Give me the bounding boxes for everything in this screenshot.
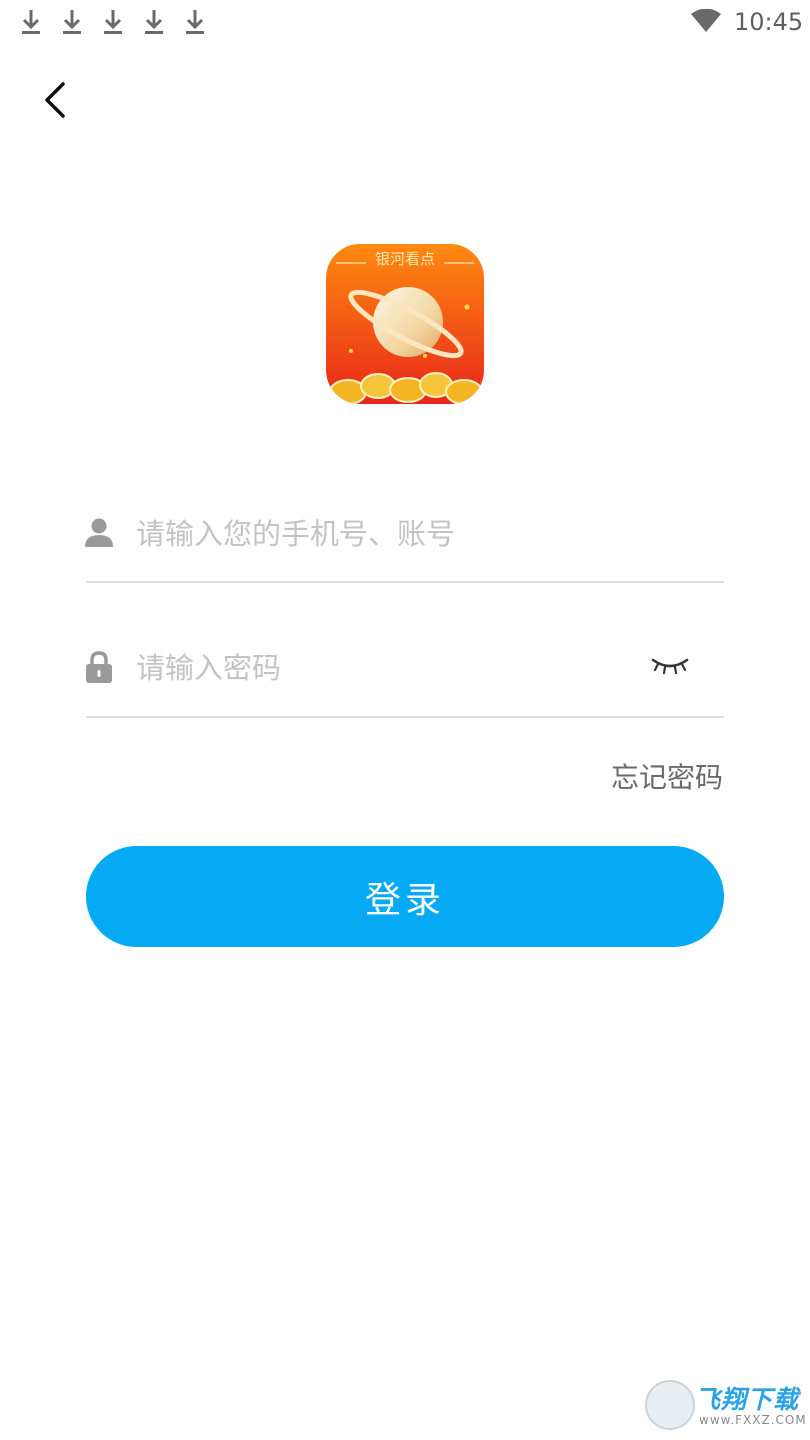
watermark: 飞翔下载 www.FXXZ.COM [645,1380,807,1432]
download-icon [185,8,205,36]
status-time: 10:45 [734,8,804,36]
wifi-icon [690,8,722,33]
download-icon [103,8,123,36]
eye-closed-icon[interactable] [650,652,690,680]
lock-icon [84,650,114,684]
logo-text: 银河看点 [374,250,435,268]
download-icon [144,8,164,36]
download-icon [62,8,82,36]
chevron-left-icon [45,82,65,118]
status-bar: 10:45 [0,0,810,46]
login-button[interactable]: 登录 [86,846,724,947]
watermark-url: www.FXXZ.COM [699,1413,807,1427]
account-input[interactable] [136,512,716,556]
password-divider [86,716,724,718]
account-divider [86,581,724,583]
watermark-logo-icon [645,1380,695,1430]
forgot-password-link[interactable]: 忘记密码 [611,756,723,796]
download-icon [21,8,41,36]
back-button[interactable] [38,78,78,122]
user-icon [84,516,114,550]
watermark-title: 飞翔下载 [695,1385,800,1414]
app-logo: 银河看点 [326,244,484,404]
password-input[interactable] [136,646,636,690]
